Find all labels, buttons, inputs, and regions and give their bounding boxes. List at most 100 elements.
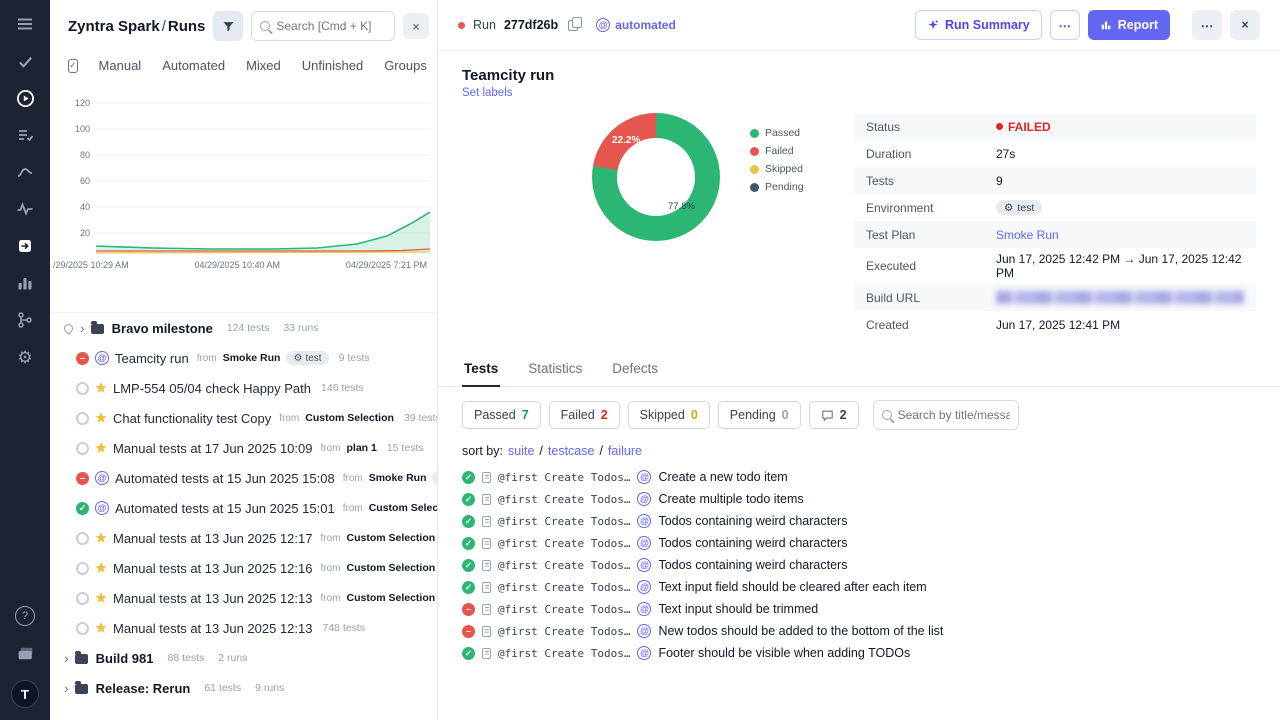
tests-search[interactable] <box>872 400 1019 430</box>
tab-tests[interactable]: Tests <box>462 354 501 387</box>
test-row[interactable]: ✓ @first Create Todos… @ Create multiple… <box>438 488 1280 510</box>
test-title[interactable]: Create a new todo item <box>658 470 787 484</box>
filter-button[interactable] <box>213 11 244 41</box>
test-row[interactable]: ✓ @first Create Todos… @ Todos containin… <box>438 532 1280 554</box>
test-row[interactable]: – @first Create Todos… @ New todos shoul… <box>438 620 1280 642</box>
settings-gear-icon[interactable]: ⚙ <box>15 347 35 367</box>
at-icon: @ <box>637 646 652 660</box>
run-list-item[interactable]: Manual tests at 13 Jun 2025 12:17 from C… <box>50 523 437 553</box>
env-badge: ⚙test <box>286 351 329 365</box>
run-label: Run <box>473 18 496 32</box>
runs-search-input[interactable] <box>276 19 386 33</box>
run-list-item[interactable]: Manual tests at 13 Jun 2025 12:16 from C… <box>50 553 437 583</box>
failed-percent-label: 22.2% <box>612 135 641 146</box>
runs-history-chart: 120 100 80 60 40 20 /29/2025 10:29 AM 04… <box>50 83 437 270</box>
from-label: from <box>320 562 341 574</box>
run-list-item[interactable]: Chat functionality test Copy from Custom… <box>50 403 437 433</box>
copy-icon[interactable] <box>568 16 583 31</box>
test-title[interactable]: Create multiple todo items <box>658 492 803 506</box>
collapse-panel-button[interactable]: × <box>403 13 429 39</box>
test-row[interactable]: ✓ @first Create Todos… @ Todos containin… <box>438 510 1280 532</box>
folder-row[interactable]: › Release: Rerun 61 tests 9 runs <box>50 673 437 703</box>
select-mode-icon[interactable]: ✓ <box>68 58 78 73</box>
tab-statistics[interactable]: Statistics <box>526 354 584 386</box>
redacted-build-url[interactable] <box>996 291 1244 304</box>
tests-search-input[interactable] <box>897 408 1010 422</box>
set-labels-link[interactable]: Set labels <box>462 87 1280 99</box>
report-bars-icon[interactable] <box>15 273 35 293</box>
sort-by-testcase[interactable]: testcase <box>548 444 595 458</box>
test-title[interactable]: Footer should be visible when adding TOD… <box>658 646 910 660</box>
run-tests-count: 9 tests <box>338 352 370 364</box>
milestone-row[interactable]: › Bravo milestone 124 tests 33 runs <box>50 313 437 343</box>
suite-path: @first Create Todos… <box>498 492 631 506</box>
run-list-item[interactable]: Manual tests at 17 Jun 2025 10:09 from p… <box>50 433 437 463</box>
passed-icon: ✓ <box>462 558 475 572</box>
chip-comments[interactable]: 2 <box>808 401 859 429</box>
run-list-item[interactable]: ✓ @ Automated tests at 15 Jun 2025 15:01… <box>50 493 437 523</box>
run-list-item[interactable]: – @ Teamcity run from Smoke Run ⚙ test 9 … <box>50 343 437 373</box>
project-name[interactable]: Zyntra Spark <box>68 18 160 35</box>
test-title[interactable]: Text input should be trimmed <box>658 602 818 616</box>
check-icon[interactable] <box>15 51 35 71</box>
more-actions-button[interactable]: ⋯ <box>1192 10 1222 40</box>
test-row[interactable]: ✓ @first Create Todos… @ Todos containin… <box>438 554 1280 576</box>
y-tick: 20 <box>80 228 90 238</box>
run-list-item[interactable]: Manual tests at 13 Jun 2025 12:13 from C… <box>50 583 437 613</box>
test-row[interactable]: – @first Create Todos… @ Text input shou… <box>438 598 1280 620</box>
run-source: Custom Selection <box>346 532 436 544</box>
trend-icon[interactable] <box>15 162 35 182</box>
test-title[interactable]: Todos containing weird characters <box>658 558 847 572</box>
legend-passed: Passed <box>750 127 804 139</box>
chevron-right-icon[interactable]: › <box>64 651 69 665</box>
workspace-avatar[interactable]: T <box>11 680 39 708</box>
test-row[interactable]: ✓ @first Create Todos… @ Text input fiel… <box>438 576 1280 598</box>
run-summary-button[interactable]: Run Summary <box>914 10 1042 40</box>
pin-icon <box>62 321 75 335</box>
test-row[interactable]: ✓ @first Create Todos… @ Create a new to… <box>438 466 1280 488</box>
tab-groups[interactable]: Groups <box>384 58 427 73</box>
chip-passed[interactable]: Passed 7 <box>462 401 541 429</box>
sort-by-suite[interactable]: suite <box>508 444 534 458</box>
chevron-right-icon[interactable]: › <box>80 321 85 335</box>
chip-pending[interactable]: Pending 0 <box>717 401 801 429</box>
menu-icon[interactable] <box>15 14 35 34</box>
test-title[interactable]: Text input field should be cleared after… <box>658 580 926 594</box>
y-tick: 100 <box>75 124 90 134</box>
sort-by-failure[interactable]: failure <box>608 444 642 458</box>
test-row[interactable]: ✓ @first Create Todos… @ Footer should b… <box>438 642 1280 664</box>
chip-skipped[interactable]: Skipped 0 <box>627 401 710 429</box>
run-list-item[interactable]: Manual tests at 13 Jun 2025 12:13 748 te… <box>50 613 437 643</box>
run-list-item[interactable]: – @ Automated tests at 15 Jun 2025 15:08… <box>50 463 437 493</box>
sort-controls: sort by: suite / testcase / failure <box>438 434 1280 464</box>
test-title[interactable]: Todos containing weird characters <box>658 514 847 528</box>
runs-panel-header: Zyntra Spark/Runs × <box>50 0 437 50</box>
tab-automated[interactable]: Automated <box>162 58 225 73</box>
branch-icon[interactable] <box>15 310 35 330</box>
test-plan-link[interactable]: Smoke Run <box>996 228 1059 242</box>
run-tests-count: 748 tests <box>322 622 366 634</box>
tab-manual[interactable]: Manual <box>99 58 142 73</box>
test-title[interactable]: New todos should be added to the bottom … <box>658 624 943 638</box>
chevron-right-icon[interactable]: › <box>64 681 69 695</box>
from-label: from <box>342 502 363 514</box>
file-icon <box>482 603 491 615</box>
runs-search[interactable] <box>251 11 395 41</box>
close-run-button[interactable]: × <box>1230 10 1260 40</box>
run-list-item[interactable]: LMP-554 05/04 check Happy Path 146 tests <box>50 373 437 403</box>
runs-play-icon[interactable] <box>15 88 35 108</box>
tab-mixed[interactable]: Mixed <box>246 58 281 73</box>
tasks-icon[interactable] <box>15 125 35 145</box>
folder-row[interactable]: › Build 981 88 tests 2 runs <box>50 643 437 673</box>
tab-unfinished[interactable]: Unfinished <box>302 58 363 73</box>
report-button[interactable]: Report <box>1087 10 1170 40</box>
chip-failed[interactable]: Failed 2 <box>548 401 620 429</box>
from-label: from <box>320 532 341 544</box>
tab-defects[interactable]: Defects <box>610 354 660 386</box>
projects-folders-icon[interactable] <box>15 643 35 663</box>
help-icon[interactable]: ? <box>15 606 35 626</box>
import-icon[interactable] <box>15 236 35 256</box>
summary-more-button[interactable]: ⋯ <box>1049 10 1080 40</box>
test-title[interactable]: Todos containing weird characters <box>658 536 847 550</box>
pulse-icon[interactable] <box>15 199 35 219</box>
